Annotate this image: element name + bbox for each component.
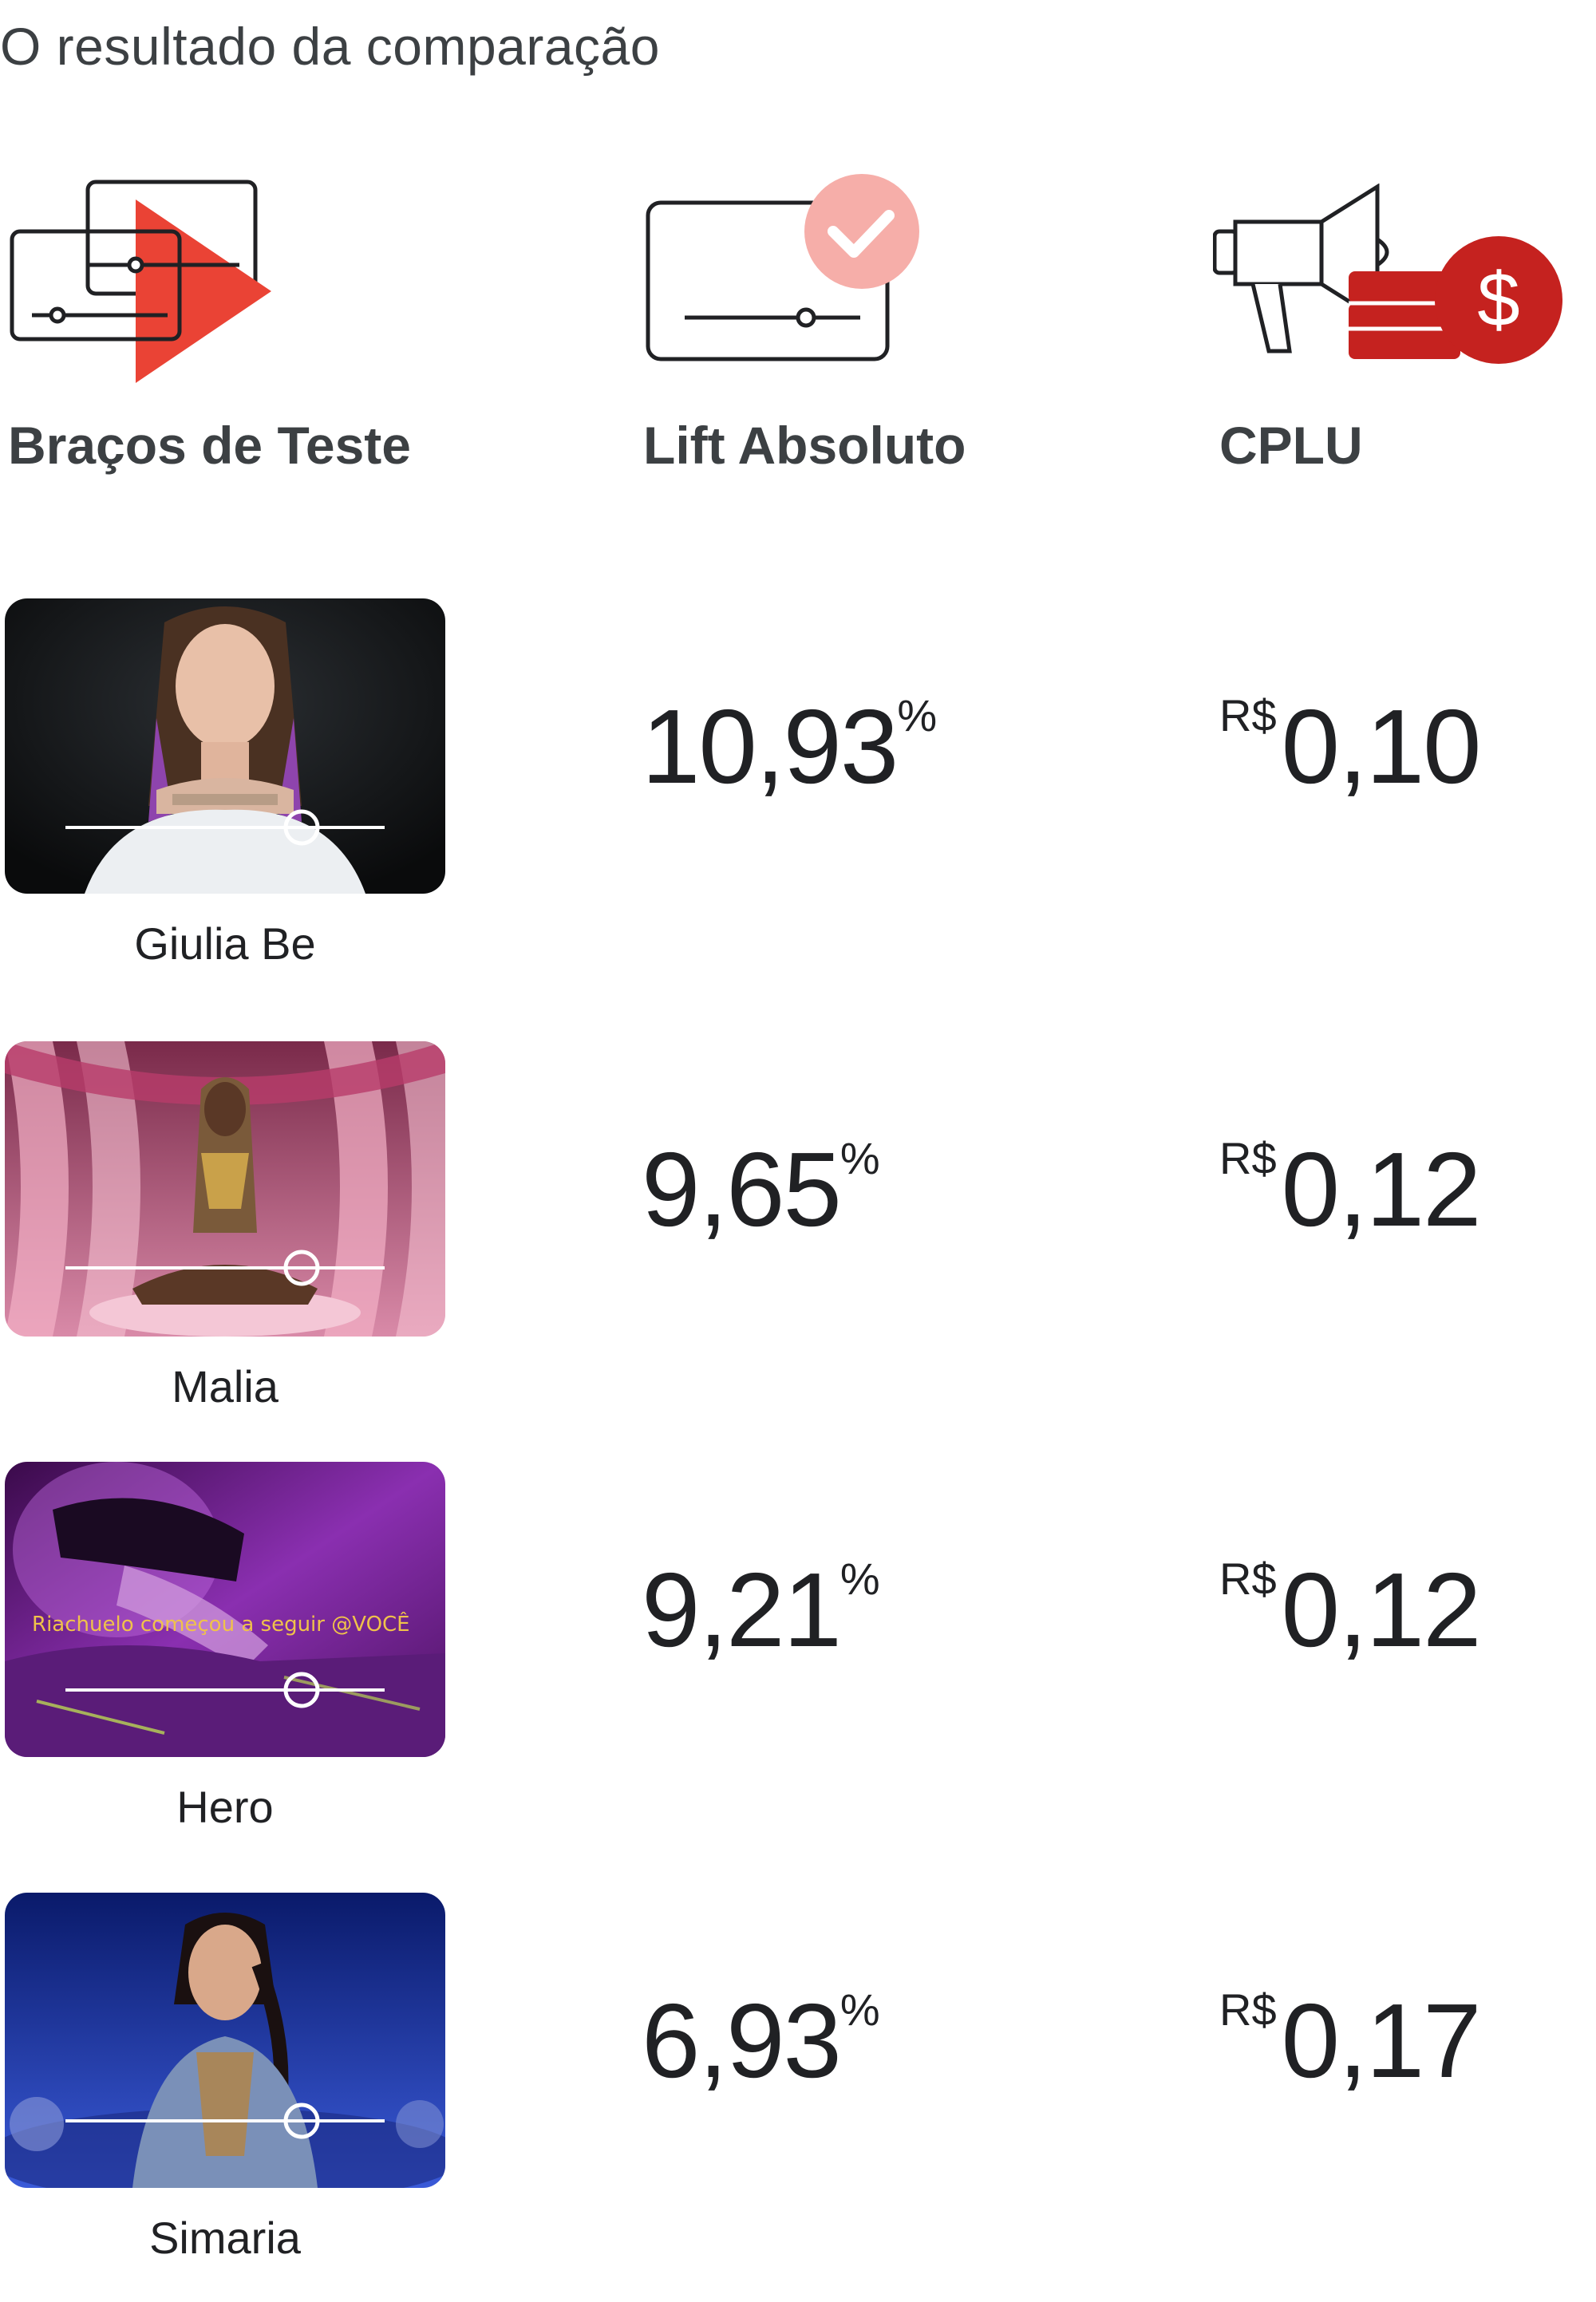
svg-text:$: $ [1477,257,1519,342]
result-row: Malia 9,65% R$0,12 [0,1041,1596,1412]
percent-sign: % [839,1984,880,2035]
absolute-lift-value: 10,93% [642,686,937,807]
test-arm-name: Malia [172,1361,279,1412]
cplu-number: 0,10 [1281,688,1482,805]
video-thumbnail[interactable] [5,598,445,894]
result-row: Riachuelo começou a seguir @VOCÊ Hero 9,… [0,1462,1596,1832]
column-label-absolute-lift: Lift Absoluto [643,416,966,475]
result-row: Simaria 6,93% R$0,17 [0,1893,1596,2263]
percent-sign: % [839,1133,880,1183]
absolute-lift-value: 9,21% [642,1550,880,1670]
lift-number: 9,65 [642,1131,842,1248]
currency-symbol: R$ [1219,1984,1277,2035]
currency-symbol: R$ [1219,690,1277,740]
lift-number: 10,93 [642,688,899,805]
cplu-value: R$0,12 [1219,1129,1482,1250]
cplu-number: 0,17 [1281,1982,1482,2099]
video-thumbnail[interactable]: Riachuelo começou a seguir @VOCÊ [5,1462,445,1757]
test-arm-name: Simaria [149,2213,301,2263]
currency-symbol: R$ [1219,1554,1277,1604]
video-thumbnail[interactable] [5,1893,445,2188]
cplu-value: R$0,10 [1219,686,1482,807]
percent-sign: % [897,690,938,740]
cplu-number: 0,12 [1281,1551,1482,1668]
lift-number: 9,21 [642,1551,842,1668]
absolute-lift-value: 6,93% [642,1980,880,2101]
video-check-icon [645,174,932,365]
lift-number: 6,93 [642,1982,842,2099]
megaphone-coins-icon: $ [1212,183,1580,367]
video-caption-overlay: Riachuelo começou a seguir @VOCÊ [32,1611,410,1637]
video-variants-icon [8,176,279,391]
currency-symbol: R$ [1219,1133,1277,1183]
percent-sign: % [839,1554,880,1604]
test-arm-name: Hero [176,1782,274,1832]
column-label-cplu: CPLU [1219,416,1363,475]
cplu-value: R$0,12 [1219,1550,1482,1670]
absolute-lift-value: 9,65% [642,1129,880,1250]
result-row: Giulia Be 10,93% R$0,10 [0,598,1596,969]
cplu-value: R$0,17 [1219,1980,1482,2101]
test-arm-name: Giulia Be [134,918,316,969]
cplu-number: 0,12 [1281,1131,1482,1248]
video-thumbnail[interactable] [5,1041,445,1337]
column-label-test-arms: Braços de Teste [8,416,411,475]
page-title: O resultado da comparação [0,17,660,76]
